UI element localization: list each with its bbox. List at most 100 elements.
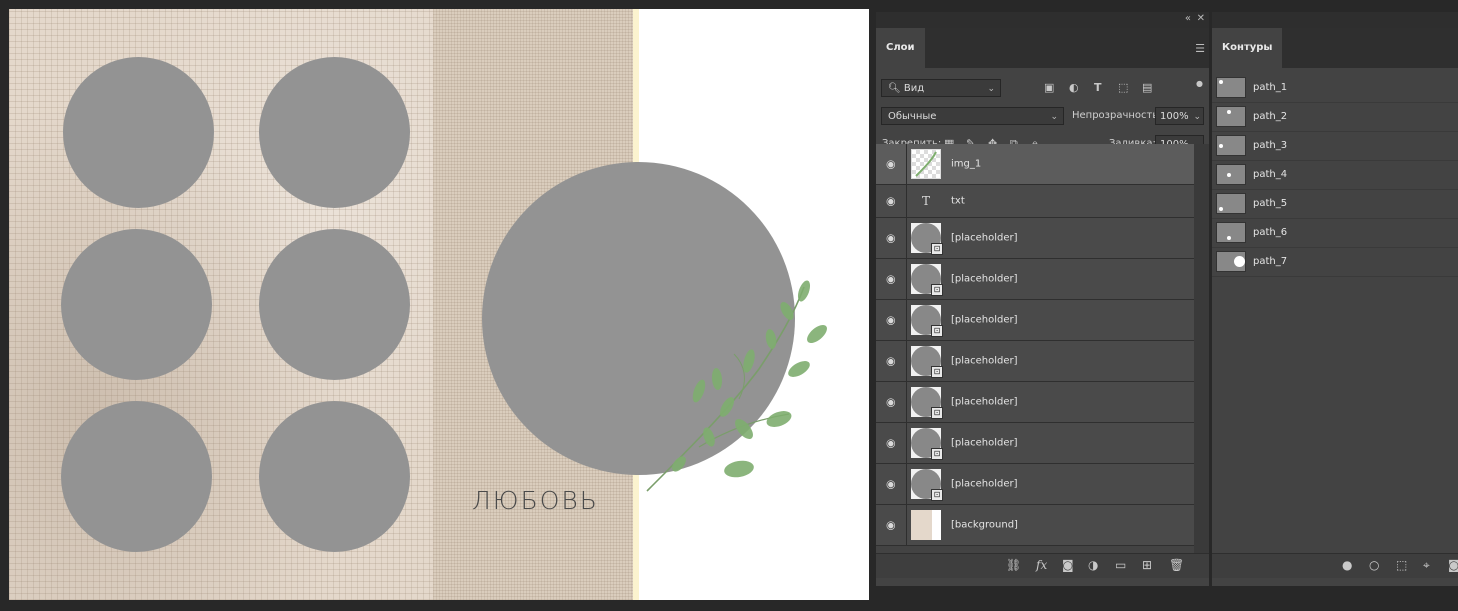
layer-row-placeholder[interactable]: ◉ ⊡ [placeholder] <box>876 218 1194 259</box>
photo-placeholder-5[interactable] <box>61 401 212 552</box>
photo-placeholder-4[interactable] <box>259 229 410 380</box>
panel-dock-bar: « ✕ <box>876 12 1209 28</box>
leaf-branch-image[interactable] <box>639 279 829 499</box>
visibility-eye-icon[interactable]: ◉ <box>886 195 896 208</box>
love-text[interactable]: ЛЮБОВЬ <box>472 486 599 515</box>
make-path-icon[interactable]: ⌖ <box>1423 558 1430 573</box>
visibility-eye-icon[interactable]: ◉ <box>886 273 896 286</box>
layers-footer-toolbar: ⛓ fx ◙ ◑ ▭ ⊞ 🗑︎ <box>876 553 1209 578</box>
layer-row-img-1[interactable]: ◉ img_1 <box>876 144 1194 185</box>
layer-row-placeholder[interactable]: ◉ ⊡ [placeholder] <box>876 341 1194 382</box>
path-thumbnail <box>1216 106 1246 127</box>
layer-row-txt[interactable]: ◉ T txt <box>876 185 1194 218</box>
pixel-filter-icon[interactable]: ▣ <box>1044 79 1054 97</box>
path-thumbnail <box>1216 193 1246 214</box>
layer-thumbnail: ⊡ <box>911 387 943 419</box>
layer-thumbnail: ⊡ <box>911 305 943 337</box>
photo-placeholder-1[interactable] <box>63 57 214 208</box>
photo-placeholder-2[interactable] <box>259 57 410 208</box>
link-layers-icon[interactable]: ⛓ <box>1006 558 1021 572</box>
add-mask-icon[interactable]: ◙ <box>1448 558 1458 572</box>
photo-placeholder-6[interactable] <box>259 401 410 552</box>
path-name: path_7 <box>1253 256 1288 267</box>
tab-paths[interactable]: Контуры <box>1212 28 1283 68</box>
layer-name: [placeholder] <box>951 396 1018 408</box>
tab-layers[interactable]: Слои <box>876 28 925 68</box>
opacity-value: 100% <box>1160 111 1189 122</box>
layer-divider <box>906 505 907 545</box>
layer-divider <box>906 185 907 217</box>
smart-object-filter-icon[interactable]: ▤ <box>1142 79 1152 97</box>
leaf-thumbnail-icon <box>915 151 937 177</box>
collapse-icon[interactable]: « <box>1185 13 1191 24</box>
layer-name: txt <box>951 195 965 207</box>
document-canvas[interactable]: ЛЮБОВЬ <box>9 9 869 600</box>
path-name: path_2 <box>1253 111 1288 122</box>
layer-row-placeholder[interactable]: ◉ ⊡ [placeholder] <box>876 423 1194 464</box>
close-icon[interactable]: ✕ <box>1197 13 1205 24</box>
layer-filter-select[interactable]: 🔍︎ Вид ⌄ <box>881 79 1001 97</box>
smart-object-badge-icon: ⊡ <box>931 243 943 255</box>
new-group-folder-icon[interactable]: ▭ <box>1115 558 1126 572</box>
visibility-eye-icon[interactable]: ◉ <box>886 355 896 368</box>
path-thumbnail <box>1216 222 1246 243</box>
layer-row-background[interactable]: ◉ [background] <box>876 505 1194 546</box>
visibility-eye-icon[interactable]: ◉ <box>886 437 896 450</box>
load-selection-icon[interactable]: ⬚ <box>1396 558 1407 572</box>
filter-toggle-icon[interactable]: ● <box>1196 75 1203 93</box>
path-row-2[interactable]: path_2 <box>1212 103 1458 132</box>
layers-scrollbar[interactable] <box>1194 144 1209 554</box>
shape-filter-icon[interactable]: ⬚ <box>1118 79 1128 97</box>
chevron-down-icon: ⌄ <box>1193 112 1201 122</box>
stroke-path-icon[interactable]: ○ <box>1369 558 1379 572</box>
adjustment-layer-icon[interactable]: ◑ <box>1088 558 1098 572</box>
visibility-eye-icon[interactable]: ◉ <box>886 232 896 245</box>
filter-label: Вид <box>903 83 925 94</box>
path-row-4[interactable]: path_4 <box>1212 161 1458 190</box>
add-mask-icon[interactable]: ◙ <box>1062 558 1074 572</box>
path-name: path_6 <box>1253 227 1288 238</box>
layer-row-placeholder[interactable]: ◉ ⊡ [placeholder] <box>876 464 1194 505</box>
path-name: path_5 <box>1253 198 1288 209</box>
path-thumbnail <box>1216 135 1246 156</box>
layer-name: [background] <box>951 519 1018 531</box>
layer-row-placeholder[interactable]: ◉ ⊡ [placeholder] <box>876 300 1194 341</box>
opacity-input[interactable]: 100% ⌄ <box>1155 107 1204 125</box>
adjustment-filter-icon[interactable]: ◐ <box>1069 79 1079 97</box>
fx-icon[interactable]: fx <box>1036 558 1047 572</box>
layer-thumbnail: ⊡ <box>911 264 943 296</box>
visibility-eye-icon[interactable]: ◉ <box>886 519 896 532</box>
layers-tab-row: Слои ☰ <box>876 28 1209 68</box>
layer-name: [placeholder] <box>951 314 1018 326</box>
path-name: path_3 <box>1253 140 1288 151</box>
visibility-eye-icon[interactable]: ◉ <box>886 396 896 409</box>
panel-menu-icon[interactable]: ☰ <box>1195 42 1205 55</box>
path-row-6[interactable]: path_6 <box>1212 219 1458 248</box>
path-row-1[interactable]: path_1 <box>1212 74 1458 103</box>
search-icon: 🔍︎ <box>888 83 901 94</box>
new-layer-icon[interactable]: ⊞ <box>1142 558 1152 572</box>
smart-object-badge-icon: ⊡ <box>931 448 943 460</box>
path-row-7[interactable]: path_7 <box>1212 248 1458 277</box>
layer-row-placeholder[interactable]: ◉ ⊡ [placeholder] <box>876 259 1194 300</box>
chevron-down-icon: ⌄ <box>987 84 995 94</box>
photo-placeholder-3[interactable] <box>61 229 212 380</box>
visibility-eye-icon[interactable]: ◉ <box>886 478 896 491</box>
visibility-eye-icon[interactable]: ◉ <box>886 314 896 327</box>
fill-path-icon[interactable]: ● <box>1342 558 1352 572</box>
path-row-3[interactable]: path_3 <box>1212 132 1458 161</box>
type-filter-icon[interactable]: T <box>1094 79 1102 97</box>
layer-row-placeholder[interactable]: ◉ ⊡ [placeholder] <box>876 382 1194 423</box>
delete-trash-icon[interactable]: 🗑︎ <box>1169 558 1184 572</box>
path-row-5[interactable]: path_5 <box>1212 190 1458 219</box>
smart-object-badge-icon: ⊡ <box>931 366 943 378</box>
smart-object-badge-icon: ⊡ <box>931 284 943 296</box>
layer-list: ◉ img_1 ◉ T txt ◉ ⊡ [placeholder] ◉ ⊡ [p… <box>876 144 1194 546</box>
blend-mode-select[interactable]: Обычные ⌄ <box>881 107 1064 125</box>
layer-thumbnail <box>911 510 941 540</box>
layer-filter-row: 🔍︎ Вид ⌄ ▣ ◐ T ⬚ ▤ ● <box>876 74 1209 102</box>
layer-divider <box>906 341 907 381</box>
smart-object-badge-icon: ⊡ <box>931 407 943 419</box>
paths-panel: Контуры path_1 path_2 path_3 path_4 path… <box>1212 12 1458 586</box>
visibility-eye-icon[interactable]: ◉ <box>886 158 896 171</box>
